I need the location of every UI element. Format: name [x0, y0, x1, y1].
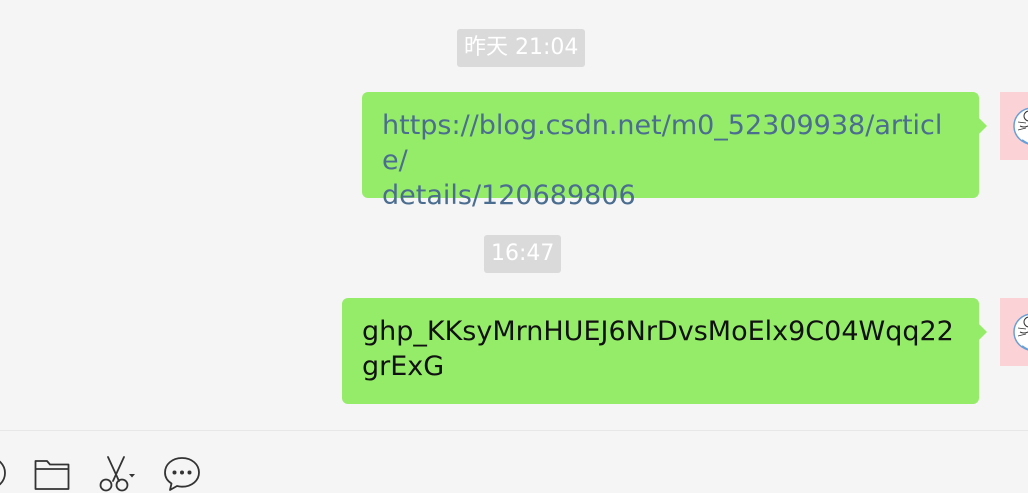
- message-text-line[interactable]: details/120689806: [382, 178, 961, 213]
- message-bubble-link[interactable]: https://blog.csdn.net/m0_52309938/articl…: [362, 92, 987, 211]
- chat-message-area[interactable]: 昨天 21:04 https://blog.csdn.net/m0_523099…: [0, 0, 1028, 430]
- avatar[interactable]: [1000, 298, 1028, 366]
- doraemon-avatar-icon: [1013, 313, 1028, 351]
- emoji-icon[interactable]: [0, 455, 8, 491]
- message-text-line[interactable]: ghp_KKsyMrnHUEJ6NrDvsMoElx9C04Wqq22: [362, 314, 961, 349]
- message-bubble-text[interactable]: ghp_KKsyMrnHUEJ6NrDvsMoElx9C04Wqq22 grEx…: [342, 298, 987, 404]
- message-timestamp: 昨天 21:04: [457, 29, 586, 67]
- doraemon-avatar-icon: [1013, 107, 1028, 145]
- folder-icon[interactable]: [34, 455, 70, 491]
- chat-bubble-icon[interactable]: [163, 455, 201, 493]
- message-text-line[interactable]: grExG: [362, 349, 961, 384]
- input-toolbar: [0, 431, 1028, 493]
- message-timestamp: 16:47: [484, 235, 562, 273]
- scissors-icon[interactable]: [97, 455, 139, 493]
- message-text-line[interactable]: https://blog.csdn.net/m0_52309938/articl…: [382, 108, 961, 178]
- avatar[interactable]: [1000, 92, 1028, 160]
